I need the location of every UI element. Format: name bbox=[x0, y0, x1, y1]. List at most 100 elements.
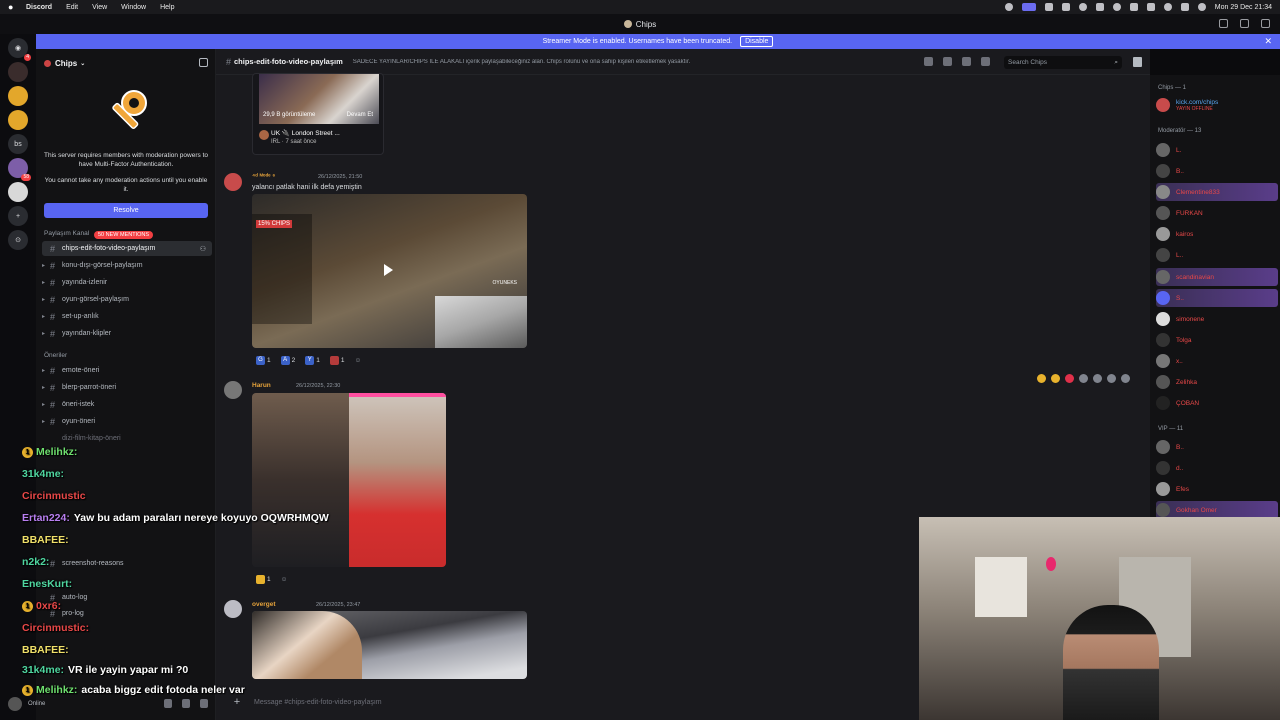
headphones-icon[interactable] bbox=[182, 699, 190, 708]
help-icon[interactable] bbox=[1261, 19, 1270, 28]
disable-streamer-mode-button[interactable]: Disable bbox=[740, 36, 774, 47]
member-item[interactable]: L. bbox=[1156, 141, 1278, 159]
menu-app-name[interactable]: Discord bbox=[26, 4, 52, 11]
avatar[interactable] bbox=[224, 381, 242, 399]
server-icon[interactable] bbox=[8, 110, 28, 130]
channel-item[interactable]: ▸ # blerp-parrot-öneri bbox=[42, 380, 212, 395]
channel-item[interactable]: ▸ # yayında-izlenir bbox=[42, 275, 212, 290]
more-icon[interactable] bbox=[1121, 374, 1130, 383]
control-center-icon[interactable] bbox=[1180, 3, 1189, 11]
embed-title[interactable]: UK 🔌 London Street ... bbox=[271, 129, 340, 137]
menu-help[interactable]: Help bbox=[160, 4, 174, 11]
channel-item[interactable]: ▸ # set-up-anlık bbox=[42, 309, 212, 324]
home-button[interactable]: ◉ 4 bbox=[8, 38, 31, 61]
menu-view[interactable]: View bbox=[92, 4, 107, 11]
wifi-icon[interactable] bbox=[1163, 3, 1172, 11]
member-item[interactable]: simonene bbox=[1156, 310, 1278, 328]
add-reaction-icon[interactable] bbox=[1079, 374, 1088, 383]
avatar[interactable] bbox=[8, 697, 22, 711]
channel-topic[interactable]: SADECE YAYINLAR/CHIPS İLE ALAKALI içerik… bbox=[353, 59, 953, 65]
status-icon[interactable] bbox=[1078, 3, 1087, 11]
server-icon[interactable]: 58 bbox=[8, 158, 31, 181]
channel-item[interactable]: ▸ # emote-öneri bbox=[42, 363, 212, 378]
category-header[interactable]: Paylaşım Kanal bbox=[44, 230, 89, 237]
add-reaction-icon[interactable]: ☺ bbox=[355, 357, 362, 364]
channel-item[interactable]: ▸ # öneri-istek bbox=[42, 397, 212, 412]
reaction-emoji[interactable]: G bbox=[256, 355, 265, 365]
menu-edit[interactable]: Edit bbox=[66, 4, 78, 11]
menu-window[interactable]: Window bbox=[121, 4, 146, 11]
status-icon[interactable] bbox=[1004, 3, 1013, 11]
member-item[interactable]: B.. bbox=[1156, 438, 1278, 456]
pin-icon[interactable] bbox=[962, 57, 971, 66]
heart-icon[interactable] bbox=[1065, 374, 1074, 383]
settings-icon[interactable] bbox=[200, 699, 208, 708]
youtube-embed[interactable]: 29,9 B görüntüleme Devam Et UK 🔌 London … bbox=[252, 73, 384, 155]
thumbs-up-icon[interactable] bbox=[1037, 374, 1046, 383]
channel-item[interactable]: ▸ # yayından-klipler bbox=[42, 326, 212, 341]
status-icon[interactable] bbox=[1061, 3, 1070, 11]
member-item[interactable]: ÇOBAN bbox=[1156, 394, 1278, 412]
server-icon[interactable]: bs bbox=[8, 134, 28, 154]
volume-icon[interactable] bbox=[1129, 3, 1138, 11]
message-author[interactable]: Harun bbox=[252, 382, 271, 389]
category-header[interactable]: Öneriler bbox=[44, 352, 67, 359]
channel-item[interactable]: ▸ # oyun-öneri bbox=[42, 414, 212, 429]
play-icon[interactable] bbox=[384, 264, 393, 276]
message-author[interactable]: ⁴ᵈ ᴹᵒᵈᵉ ⁶ bbox=[252, 173, 275, 180]
inbox-icon[interactable] bbox=[1219, 19, 1228, 28]
search-icon[interactable] bbox=[1197, 3, 1206, 11]
member-item[interactable]: kairos bbox=[1156, 225, 1278, 243]
window-icon[interactable] bbox=[1240, 19, 1249, 28]
reaction-emoji[interactable]: Y bbox=[305, 355, 315, 365]
embed-more[interactable]: Devam Et bbox=[347, 112, 373, 118]
member-item[interactable]: Efes bbox=[1156, 480, 1278, 498]
invite-icon[interactable] bbox=[199, 58, 208, 67]
close-icon[interactable]: ✕ bbox=[1264, 36, 1272, 47]
channel-item[interactable]: ▸ # oyun-görsel-paylaşım bbox=[42, 292, 212, 307]
channel-item[interactable]: dizi-film-kitap-öneri bbox=[42, 431, 212, 446]
member-item[interactable]: Zelihka bbox=[1156, 373, 1278, 391]
server-icon[interactable] bbox=[8, 62, 28, 82]
server-icon[interactable] bbox=[8, 86, 28, 106]
member-item[interactable]: Clementine833 bbox=[1156, 183, 1278, 201]
server-icon[interactable] bbox=[8, 182, 28, 202]
reply-icon[interactable] bbox=[1093, 374, 1102, 383]
reaction-emoji[interactable]: A bbox=[280, 355, 290, 365]
member-item[interactable]: scandinavian bbox=[1156, 268, 1278, 286]
resolve-button[interactable]: Resolve bbox=[44, 203, 208, 218]
avatar[interactable] bbox=[224, 173, 242, 191]
reaction-emoji[interactable] bbox=[329, 355, 339, 365]
search-input[interactable]: Search Chips ⌕ bbox=[1004, 56, 1122, 69]
status-icon[interactable] bbox=[1112, 3, 1121, 11]
emoji-icon[interactable] bbox=[1051, 374, 1060, 383]
discover-icon[interactable]: ⊙ bbox=[8, 230, 28, 250]
channel-item-active[interactable]: # chips-edit-foto-video-paylaşım ⚇ bbox=[42, 241, 212, 256]
battery-icon[interactable] bbox=[1146, 3, 1155, 11]
member-item[interactable]: S.. bbox=[1156, 289, 1278, 307]
member-item[interactable]: x.. bbox=[1156, 352, 1278, 370]
add-attachment-icon[interactable]: + bbox=[230, 695, 244, 709]
channel-item[interactable]: ▸ # konu-dışı-görsel-paylaşım bbox=[42, 258, 212, 273]
discord-status-icon[interactable] bbox=[1021, 3, 1036, 11]
server-header[interactable]: Chips ⌄ bbox=[44, 57, 208, 69]
member-item[interactable]: B.. bbox=[1156, 162, 1278, 180]
mute-icon[interactable] bbox=[943, 57, 952, 66]
new-mentions-badge[interactable]: 50 NEW MENTIONS bbox=[94, 231, 154, 239]
members-icon[interactable] bbox=[981, 57, 990, 66]
member-item[interactable]: d.. bbox=[1156, 459, 1278, 477]
status-icon[interactable] bbox=[1044, 3, 1053, 11]
member-item[interactable]: L.. bbox=[1156, 246, 1278, 264]
forward-icon[interactable] bbox=[1107, 374, 1116, 383]
apple-icon[interactable]: ● bbox=[8, 2, 18, 12]
mic-icon[interactable] bbox=[164, 699, 172, 708]
status-icon[interactable] bbox=[1095, 3, 1104, 11]
member-item[interactable]: kick.com/chips YAYIN OFFLINE bbox=[1156, 96, 1278, 114]
add-member-icon[interactable]: ⚇ bbox=[200, 245, 206, 253]
member-item[interactable]: Tolga bbox=[1156, 331, 1278, 349]
video-attachment[interactable]: 15% CHIPS OYUNEKS bbox=[252, 194, 527, 348]
add-server-icon[interactable]: + bbox=[8, 206, 28, 226]
threads-icon[interactable] bbox=[924, 57, 933, 66]
message-input[interactable]: Message #chips-edit-foto-video-paylaşım bbox=[254, 699, 382, 706]
inbox-icon[interactable] bbox=[1133, 57, 1142, 67]
